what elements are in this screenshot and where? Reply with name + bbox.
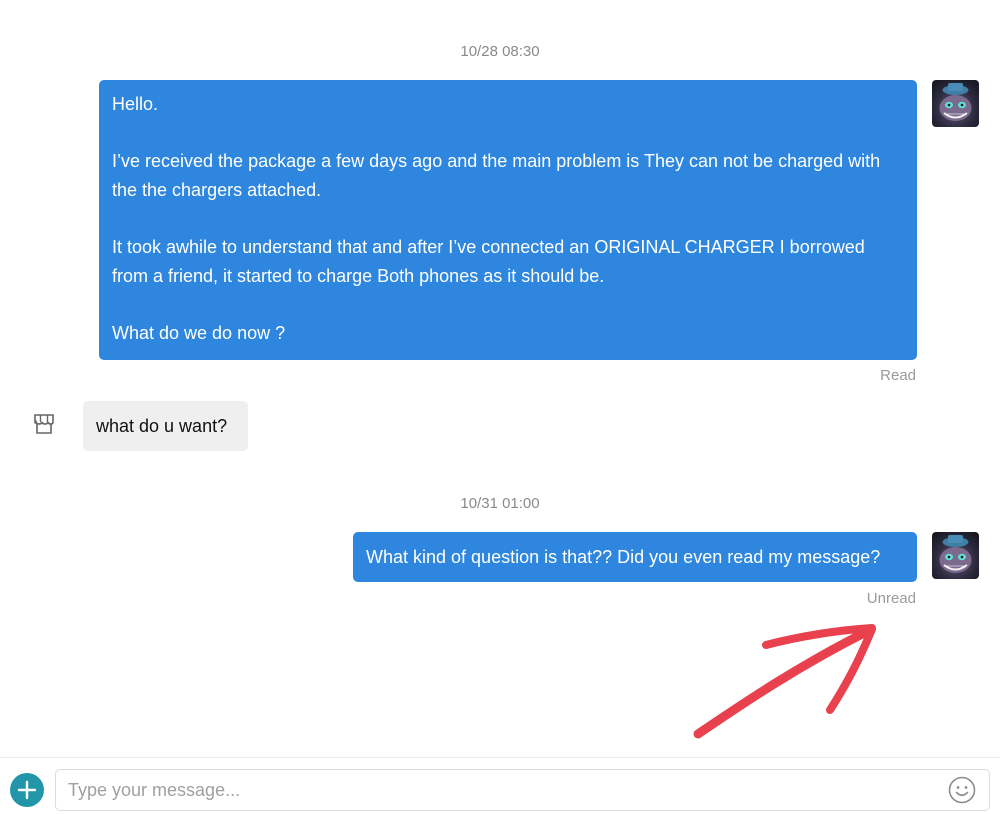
incoming-message-bubble[interactable]: what do u want? xyxy=(83,401,248,451)
message-input-box[interactable] xyxy=(55,769,990,811)
annotation-arrow-icon xyxy=(693,624,876,739)
unread-status: Unread xyxy=(866,590,916,607)
timestamp: 10/31 01:00 xyxy=(460,495,540,512)
outgoing-message-bubble[interactable]: Hello. I’ve received the package a few d… xyxy=(99,80,917,360)
message-paragraph: I’ve received the package a few days ago… xyxy=(112,151,881,200)
user-avatar[interactable] xyxy=(932,532,979,579)
message-text: What kind of question is that?? Did you … xyxy=(366,547,881,567)
outgoing-message-bubble[interactable]: What kind of question is that?? Did you … xyxy=(353,532,917,582)
read-status: Read xyxy=(880,367,916,384)
message-input[interactable] xyxy=(68,770,928,810)
user-avatar[interactable] xyxy=(932,80,979,127)
message-paragraph: Hello. xyxy=(112,94,159,114)
plus-icon xyxy=(17,780,37,800)
message-paragraph: It took awhile to understand that and af… xyxy=(112,236,865,286)
message-text: what do u want? xyxy=(96,416,228,436)
cat-avatar-icon xyxy=(939,83,972,121)
store-icon xyxy=(34,414,54,434)
cat-avatar-icon xyxy=(939,535,972,573)
smiley-icon[interactable] xyxy=(948,776,976,804)
attach-button[interactable] xyxy=(10,773,44,807)
message-composer xyxy=(0,757,1000,814)
message-paragraph: What do we do now ? xyxy=(112,322,286,343)
timestamp: 10/28 08:30 xyxy=(460,43,540,60)
